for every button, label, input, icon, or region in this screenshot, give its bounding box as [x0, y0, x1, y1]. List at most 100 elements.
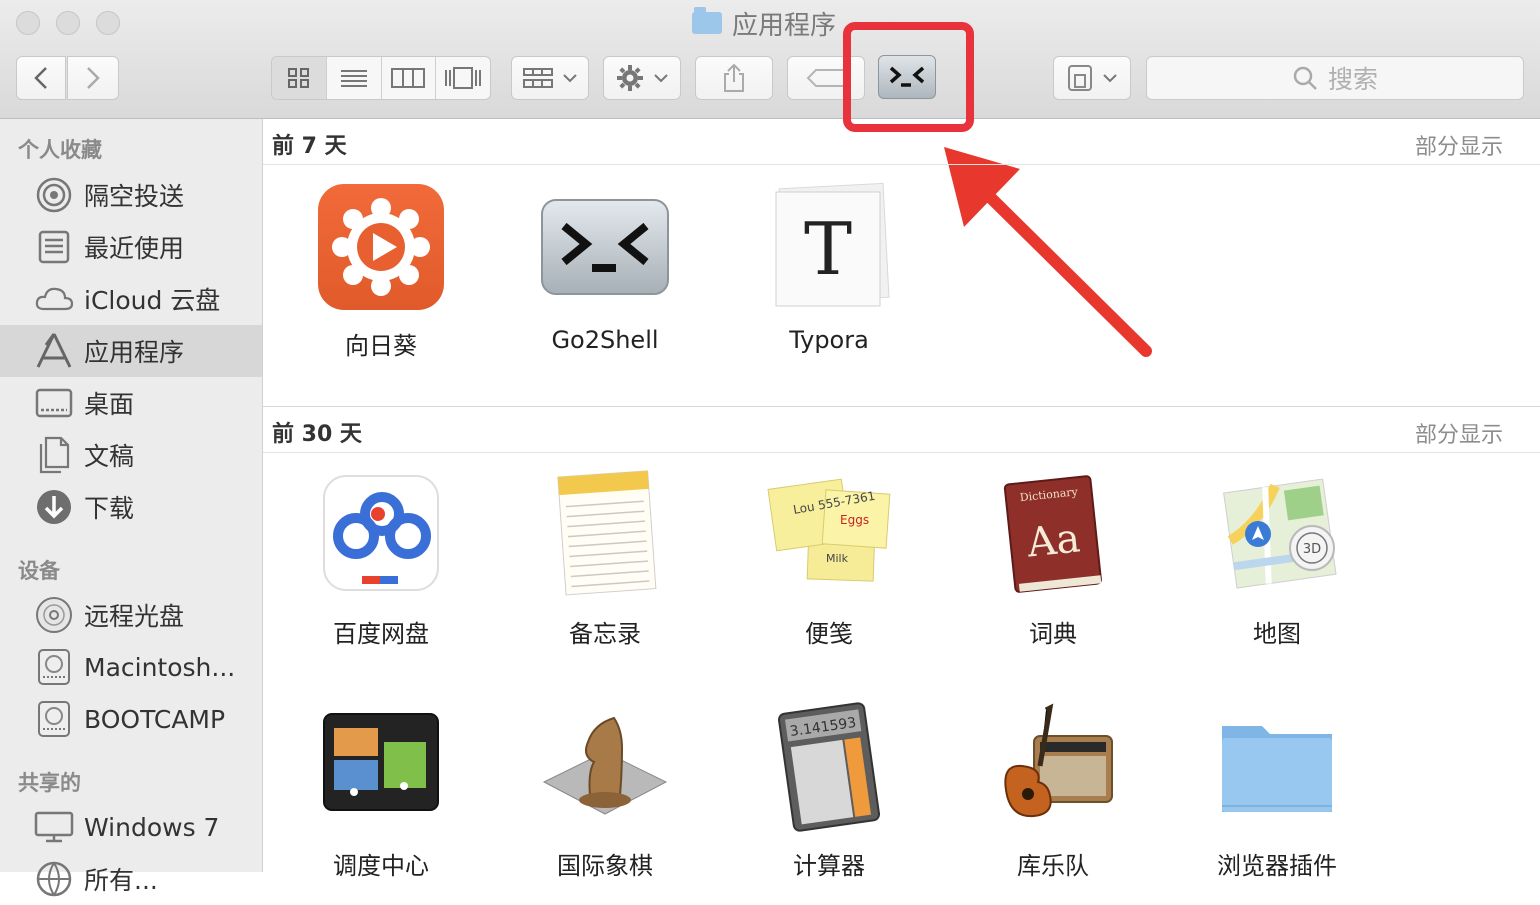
- svg-text:T: T: [804, 207, 852, 291]
- chevron-down-icon: [654, 74, 668, 83]
- app-typora[interactable]: T Typora: [717, 182, 941, 354]
- sidebar: 个人收藏 隔空投送 最近使用 iCloud 云盘 应用程序 桌面 文稿 下载 设…: [0, 119, 263, 897]
- share-button[interactable]: [695, 56, 773, 100]
- section-header-last-7-days: 前 7 天 部分显示: [263, 119, 1540, 165]
- dropbox-button[interactable]: [1053, 56, 1131, 100]
- mission-control-icon: [316, 702, 446, 832]
- applications-icon: [34, 331, 74, 371]
- svg-text:3D: 3D: [1303, 542, 1321, 557]
- notes-icon: [540, 470, 670, 600]
- sidebar-item-downloads[interactable]: 下载: [0, 481, 262, 533]
- typora-icon: T: [764, 182, 894, 312]
- coverflow-icon: [445, 67, 482, 89]
- svg-text:Milk: Milk: [826, 552, 849, 565]
- sidebar-item-airdrop[interactable]: 隔空投送: [0, 169, 262, 221]
- sunflower-icon: [316, 182, 446, 312]
- app-dictionary[interactable]: Dictionary Aa 词典: [941, 470, 1165, 649]
- column-view-button[interactable]: [382, 57, 437, 99]
- documents-icon: [34, 435, 74, 475]
- chevron-right-icon: [87, 67, 100, 89]
- baidu-netdisk-icon: [316, 470, 446, 600]
- app-chess[interactable]: 国际象棋: [493, 702, 717, 881]
- forward-button[interactable]: [67, 56, 119, 100]
- dictionary-icon: Dictionary Aa: [988, 470, 1118, 600]
- app-go2shell[interactable]: Go2Shell: [493, 182, 717, 354]
- search-icon: [1293, 66, 1317, 90]
- svg-text:Eggs: Eggs: [840, 513, 869, 527]
- back-button[interactable]: [16, 56, 66, 100]
- sidebar-item-remote-disc[interactable]: 远程光盘: [0, 589, 262, 641]
- computer-icon: [34, 807, 74, 847]
- grid-icon: [287, 68, 309, 88]
- network-icon: [34, 859, 74, 899]
- window-toolbar: 应用程序 搜索: [0, 0, 1540, 132]
- folder-icon: [1212, 702, 1342, 832]
- section-title: 前 30 天: [272, 422, 362, 447]
- airdrop-icon: [34, 175, 74, 215]
- window-title: 应用程序: [692, 6, 836, 41]
- app-internet-plugins-folder[interactable]: 浏览器插件: [1165, 702, 1389, 881]
- gear-icon: [617, 65, 643, 91]
- applications-folder-icon: [692, 7, 722, 34]
- calculator-icon: 3.141593: [764, 702, 894, 832]
- sidebar-item-windows-7[interactable]: Windows 7: [0, 801, 262, 853]
- devices-header: 设备: [18, 559, 60, 583]
- sidebar-item-icloud[interactable]: iCloud 云盘: [0, 273, 262, 325]
- sidebar-item-applications[interactable]: 应用程序: [0, 325, 262, 377]
- action-menu-button[interactable]: [603, 56, 681, 100]
- app-stickies[interactable]: Lou 555-7361 Eggs Milk 便笺: [717, 470, 941, 649]
- show-less-link[interactable]: 部分显示: [1415, 129, 1503, 161]
- garageband-icon: [988, 702, 1118, 832]
- sidebar-item-desktop[interactable]: 桌面: [0, 377, 262, 429]
- box-icon: [1068, 65, 1092, 91]
- desktop-icon: [34, 383, 74, 423]
- arrange-button[interactable]: [511, 56, 589, 100]
- highlight-box: [843, 22, 974, 132]
- disc-icon: [34, 595, 74, 635]
- sidebar-item-all-shared[interactable]: 所有...: [0, 853, 262, 905]
- chevron-left-icon: [34, 67, 47, 89]
- coverflow-view-button[interactable]: [436, 57, 490, 99]
- app-maps[interactable]: 3D 地图: [1165, 470, 1389, 649]
- close-window-button[interactable]: [16, 11, 40, 35]
- app-notes[interactable]: 备忘录: [493, 470, 717, 649]
- cloud-icon: [34, 279, 74, 319]
- section-title: 前 7 天: [272, 134, 347, 159]
- chevron-down-icon: [1103, 74, 1117, 83]
- recents-icon: [34, 227, 74, 267]
- list-view-button[interactable]: [327, 57, 382, 99]
- svg-text:Aa: Aa: [1024, 515, 1082, 566]
- stickies-icon: Lou 555-7361 Eggs Milk: [764, 470, 894, 600]
- app-garageband[interactable]: 库乐队: [941, 702, 1165, 881]
- favorites-header: 个人收藏: [18, 138, 102, 162]
- sidebar-item-bootcamp[interactable]: BOOTCAMP: [0, 693, 262, 745]
- search-field[interactable]: 搜索: [1146, 56, 1524, 100]
- sidebar-item-macintosh-hd[interactable]: Macintosh...: [0, 641, 262, 693]
- arrange-grid-icon: [523, 68, 553, 88]
- columns-icon: [391, 68, 426, 88]
- app-baidu-netdisk[interactable]: 百度网盘: [269, 470, 493, 649]
- file-browser: 前 7 天 部分显示 向日葵 Go2Shell T Typora 前 30 天 …: [263, 119, 1540, 880]
- go2shell-icon: [540, 182, 670, 312]
- view-mode-control: [271, 56, 491, 100]
- minimize-window-button[interactable]: [56, 11, 80, 35]
- zoom-window-button[interactable]: [96, 11, 120, 35]
- app-mission-control[interactable]: 调度中心: [269, 702, 493, 881]
- section-header-last-30-days: 前 30 天 部分显示: [263, 407, 1540, 453]
- app-sunflower[interactable]: 向日葵: [269, 182, 493, 361]
- drive-icon: [34, 699, 74, 739]
- chevron-down-icon: [563, 74, 577, 83]
- icon-view-button[interactable]: [272, 57, 327, 99]
- maps-icon: 3D: [1212, 470, 1342, 600]
- show-less-link[interactable]: 部分显示: [1415, 417, 1503, 449]
- sidebar-item-recents[interactable]: 最近使用: [0, 221, 262, 273]
- chess-icon: [540, 702, 670, 832]
- sidebar-item-documents[interactable]: 文稿: [0, 429, 262, 481]
- share-icon: [724, 63, 744, 92]
- shared-header: 共享的: [18, 771, 81, 795]
- search-placeholder: 搜索: [1327, 65, 1378, 94]
- download-icon: [34, 487, 74, 527]
- drive-icon: [34, 647, 74, 687]
- app-calculator[interactable]: 3.141593 计算器: [717, 702, 941, 881]
- tag-icon: [806, 69, 845, 87]
